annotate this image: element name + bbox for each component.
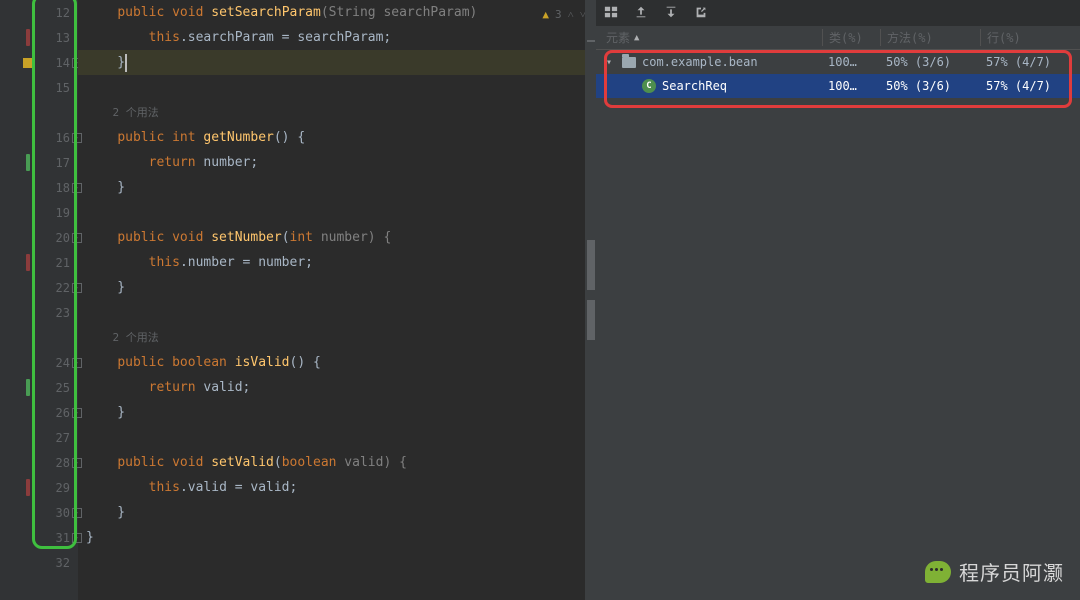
code-line[interactable]: return number; [78, 150, 596, 175]
code-line[interactable]: public void setSearchParam(String search… [78, 0, 596, 25]
gutter-line: 13 [0, 25, 78, 50]
code-line[interactable]: this.number = number; [78, 250, 596, 275]
header-line[interactable]: 行(%) [980, 29, 1080, 46]
header-element[interactable]: 元素 ▲ [596, 29, 822, 46]
code-line[interactable]: this.valid = valid; [78, 475, 596, 500]
code-line[interactable]: } [78, 525, 596, 550]
code-line[interactable]: } [78, 500, 596, 525]
expand-toggle-icon[interactable]: ▾ [606, 57, 616, 68]
inspection-indicator[interactable]: ▲ 3 ˄ ˅ [542, 2, 586, 27]
coverage-class-value: 100… [822, 55, 880, 69]
coverage-line-value: 57% (4/7) [980, 79, 1080, 93]
gutter-line: 27 [0, 425, 78, 450]
warning-count: 3 [555, 2, 562, 27]
wechat-icon [925, 561, 951, 583]
coverage-row[interactable]: C SearchReq 100…50% (3/6)57% (4/7) [596, 74, 1080, 98]
code-line[interactable]: } [78, 400, 596, 425]
coverage-item-name: com.example.bean [642, 55, 758, 69]
usage-hint[interactable]: 2 个用法 [78, 325, 596, 350]
coverage-marker-yellow [23, 58, 33, 68]
import-icon[interactable] [664, 4, 678, 23]
usage-hint[interactable]: 2 个用法 [78, 100, 596, 125]
coverage-toolbar [596, 0, 1080, 26]
gutter-line: 17 [0, 150, 78, 175]
gutter-line: 15 [0, 75, 78, 100]
code-line[interactable]: public int getNumber() { [78, 125, 596, 150]
code-editor[interactable]: 121314-1516-1718-1920-2122-2324-2526-272… [0, 0, 596, 600]
code-line[interactable] [78, 200, 596, 225]
gutter-line: 16- [0, 125, 78, 150]
code-line[interactable]: public boolean isValid() { [78, 350, 596, 375]
header-class[interactable]: 类(%) [822, 29, 880, 46]
code-line[interactable]: } [78, 50, 596, 75]
coverage-item-name: SearchReq [662, 79, 727, 93]
coverage-table-header[interactable]: 元素 ▲ 类(%) 方法(%) 行(%) [596, 26, 1080, 50]
code-line[interactable] [78, 425, 596, 450]
gutter-line: 30- [0, 500, 78, 525]
gutter-line: 22- [0, 275, 78, 300]
coverage-method-value: 50% (3/6) [880, 79, 980, 93]
coverage-marker-red [26, 29, 30, 46]
code-line[interactable]: public void setNumber(int number) { [78, 225, 596, 250]
open-external-icon[interactable] [694, 4, 708, 23]
editor-gutter: 121314-1516-1718-1920-2122-2324-2526-272… [0, 0, 78, 600]
coverage-panel: 元素 ▲ 类(%) 方法(%) 行(%) ▾ com.example.bean 10… [596, 0, 1080, 600]
gutter-line: 21 [0, 250, 78, 275]
gutter-line: 31- [0, 525, 78, 550]
gutter-line [0, 325, 78, 350]
coverage-marker-green [26, 379, 30, 396]
code-line[interactable]: } [78, 275, 596, 300]
code-line[interactable] [78, 550, 596, 575]
gutter-line: 23 [0, 300, 78, 325]
gutter-line: 24- [0, 350, 78, 375]
coverage-table-body: ▾com.example.bean100…50% (3/6)57% (4/7) … [596, 50, 1080, 98]
coverage-class-value: 100… [822, 79, 880, 93]
warning-icon: ▲ [542, 2, 549, 27]
coverage-marker-red [26, 254, 30, 271]
export-icon[interactable] [634, 4, 648, 23]
gutter-line [0, 100, 78, 125]
code-line[interactable]: public void setValid(boolean valid) { [78, 450, 596, 475]
code-line[interactable]: this.searchParam = searchParam; [78, 25, 596, 50]
package-icon [622, 57, 636, 68]
editor-code-area[interactable]: ▲ 3 ˄ ˅ public void setSearchParam(Strin… [78, 0, 596, 600]
code-line[interactable] [78, 75, 596, 100]
gutter-line: 28- [0, 450, 78, 475]
code-line[interactable] [78, 300, 596, 325]
chevron-up-icon[interactable]: ˄ [568, 2, 574, 27]
flatten-packages-icon[interactable] [604, 4, 618, 23]
gutter-line: 32 [0, 550, 78, 575]
gutter-line: 20- [0, 225, 78, 250]
sort-ascending-icon: ▲ [634, 33, 639, 43]
coverage-method-value: 50% (3/6) [880, 55, 980, 69]
gutter-line: 25 [0, 375, 78, 400]
coverage-row[interactable]: ▾ com.example.bean 100…50% (3/6)57% (4/7) [596, 50, 1080, 74]
gutter-line: 12 [0, 0, 78, 25]
gutter-line: 29 [0, 475, 78, 500]
watermark: 程序员阿灏 [925, 557, 1064, 586]
header-method[interactable]: 方法(%) [880, 29, 980, 46]
code-line[interactable]: return valid; [78, 375, 596, 400]
gutter-line: 14- [0, 50, 78, 75]
gutter-line: 19 [0, 200, 78, 225]
class-icon: C [642, 79, 656, 93]
coverage-marker-red [26, 479, 30, 496]
code-line[interactable]: } [78, 175, 596, 200]
gutter-line: 26- [0, 400, 78, 425]
gutter-line: 18- [0, 175, 78, 200]
coverage-marker-green [26, 154, 30, 171]
coverage-line-value: 57% (4/7) [980, 55, 1080, 69]
